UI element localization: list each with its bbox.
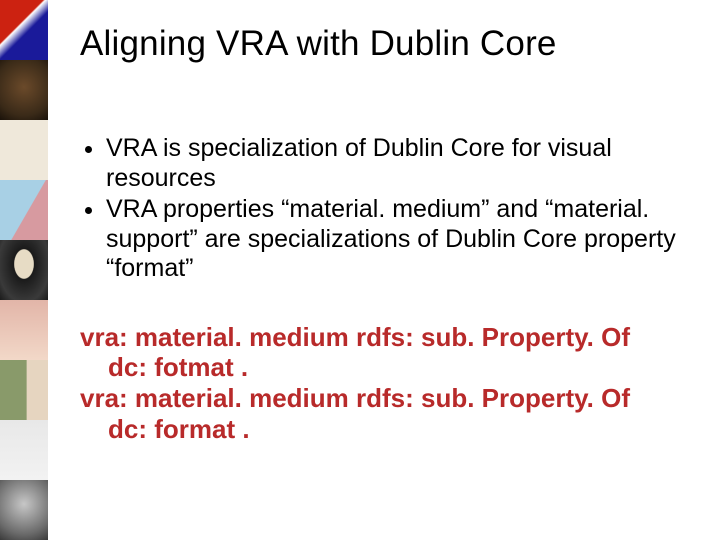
bullet-item: VRA properties “material. medium” and “m… [106,195,700,284]
thumbnail [0,60,48,120]
slide-content: Aligning VRA with Dublin Core VRA is spe… [80,24,700,444]
thumbnail [0,0,48,60]
thumbnail-strip [0,0,48,540]
code-line: vra: material. medium rdfs: sub. Propert… [80,383,700,414]
code-line: vra: material. medium rdfs: sub. Propert… [80,322,700,353]
bullet-item: VRA is specialization of Dublin Core for… [106,134,700,193]
code-line: dc: fotmat . [80,352,700,383]
thumbnail [0,420,48,480]
slide: Aligning VRA with Dublin Core VRA is spe… [0,0,720,540]
bullet-list: VRA is specialization of Dublin Core for… [80,134,700,284]
thumbnail [0,180,48,240]
thumbnail [0,480,48,540]
slide-title: Aligning VRA with Dublin Core [80,24,700,64]
thumbnail [0,240,48,300]
thumbnail [0,120,48,180]
code-line: dc: format . [80,414,700,445]
code-block: vra: material. medium rdfs: sub. Propert… [80,322,700,445]
thumbnail [0,300,48,360]
thumbnail [0,360,48,420]
